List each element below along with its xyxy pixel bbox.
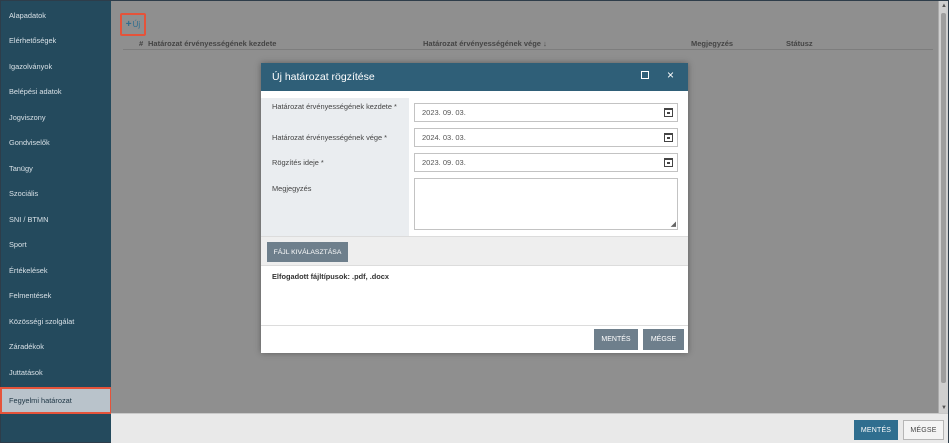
sidebar-item-label: Sport xyxy=(9,240,27,249)
column-header-start[interactable]: Határozat érvényességének kezdete xyxy=(148,39,276,48)
sidebar-item-sni-btmn[interactable]: SNI / BTMN xyxy=(1,207,111,232)
note-row: Megjegyzés ◢ xyxy=(261,175,688,236)
sidebar-item-label: Belépési adatok xyxy=(9,87,62,96)
sidebar-item-label: Elérhetőségek xyxy=(9,36,57,45)
modal-header: Új határozat rögzítése × xyxy=(261,63,688,91)
start-label-cell: Határozat érvényességének kezdete * xyxy=(261,98,409,125)
sidebar-item-igazolvanyok[interactable]: Igazolványok xyxy=(1,54,111,79)
sidebar-item-tanugy[interactable]: Tanügy xyxy=(1,156,111,181)
scroll-down-icon[interactable]: ▼ xyxy=(940,404,948,412)
sidebar-item-label: Alapadatok xyxy=(9,11,46,20)
start-date-label: Határozat érvényességének kezdete * xyxy=(272,102,397,111)
calendar-icon[interactable] xyxy=(664,158,673,167)
note-label: Megjegyzés xyxy=(272,184,312,193)
accepted-file-types: Elfogadott fájltípusok: .pdf, .docx xyxy=(272,272,390,281)
end-date-input[interactable]: 2024. 03. 03. xyxy=(414,128,678,147)
start-date-value: 2023. 09. 03. xyxy=(422,108,466,117)
sidebar-item-szocialis[interactable]: Szociális xyxy=(1,181,111,206)
column-header-note[interactable]: Megjegyzés xyxy=(691,39,733,48)
sidebar-item-sport[interactable]: Sport xyxy=(1,232,111,257)
sidebar-item-gondviselok[interactable]: Gondviselők xyxy=(1,130,111,155)
sidebar-item-fegyelmi-hatarozat[interactable]: Fegyelmi határozat xyxy=(0,387,112,414)
sidebar-item-label: Fegyelmi határozat xyxy=(9,396,72,405)
close-icon[interactable]: × xyxy=(667,68,674,82)
sidebar-item-jogviszony[interactable]: Jogviszony xyxy=(1,105,111,130)
calendar-icon[interactable] xyxy=(664,133,673,142)
sidebar-item-label: Tanügy xyxy=(9,164,33,173)
sidebar-item-zaradekok[interactable]: Záradékok xyxy=(1,334,111,359)
sidebar-item-kozossegi-szolgalat[interactable]: Közösségi szolgálat xyxy=(1,309,111,334)
sidebar-item-ertekelesek[interactable]: Értékelések xyxy=(1,258,111,283)
modal-title: Új határozat rögzítése xyxy=(272,71,375,83)
scroll-thumb[interactable] xyxy=(941,13,946,383)
column-header-status[interactable]: Státusz xyxy=(786,39,813,48)
sidebar-item-label: SNI / BTMN xyxy=(9,215,49,224)
plus-icon: + xyxy=(125,19,132,30)
page-footer: MENTÉS MÉGSE xyxy=(111,413,948,443)
upload-area: FÁJL KIVÁLASZTÁSA xyxy=(261,236,688,266)
column-header-end[interactable]: Határozat érvényességének vége ↓ xyxy=(423,39,547,48)
sidebar-item-label: Felmentések xyxy=(9,291,52,300)
sidebar-item-alapadatok[interactable]: Alapadatok xyxy=(1,3,111,28)
sidebar: Alapadatok Elérhetőségek Igazolványok Be… xyxy=(0,1,112,442)
calendar-icon[interactable] xyxy=(664,108,673,117)
end-date-label: Határozat érvényességének vége * xyxy=(272,133,388,142)
recorded-date-row: Rögzítés ideje * 2023. 09. 03. xyxy=(261,150,688,175)
footer-cancel-button[interactable]: MÉGSE xyxy=(903,420,944,440)
sidebar-item-label: Juttatások xyxy=(9,368,43,377)
start-date-input[interactable]: 2023. 09. 03. xyxy=(414,103,678,122)
note-textarea[interactable]: ◢ xyxy=(414,178,678,230)
recorded-date-input[interactable]: 2023. 09. 03. xyxy=(414,153,678,172)
modal-save-button[interactable]: MENTÉS xyxy=(594,329,638,350)
table-header-divider xyxy=(123,49,933,50)
end-date-value: 2024. 03. 03. xyxy=(422,133,466,142)
maximize-icon[interactable] xyxy=(641,71,649,79)
sidebar-item-felmentesek[interactable]: Felmentések xyxy=(1,283,111,308)
sidebar-item-label: Gondviselők xyxy=(9,138,50,147)
modal-footer-divider xyxy=(261,325,688,326)
sidebar-item-label: Szociális xyxy=(9,189,39,198)
add-new-button[interactable]: + Új xyxy=(120,13,146,36)
column-header-hash[interactable]: # xyxy=(139,39,143,48)
sidebar-item-label: Záradékok xyxy=(9,342,44,351)
modal-cancel-button[interactable]: MÉGSE xyxy=(643,329,684,350)
recorded-date-value: 2023. 09. 03. xyxy=(422,158,466,167)
sidebar-item-label: Jogviszony xyxy=(9,113,46,122)
end-date-row: Határozat érvényességének vége * 2024. 0… xyxy=(261,125,688,150)
add-new-label: Új xyxy=(132,20,141,29)
sidebar-item-label: Közösségi szolgálat xyxy=(9,317,75,326)
recorded-date-label: Rögzítés ideje * xyxy=(272,158,324,167)
footer-save-button[interactable]: MENTÉS xyxy=(854,420,898,440)
sidebar-item-label: Igazolványok xyxy=(9,62,53,71)
start-date-row: Határozat érvényességének kezdete * 2023… xyxy=(261,98,688,125)
sidebar-item-juttatasok[interactable]: Juttatások xyxy=(1,360,111,385)
choose-file-button[interactable]: FÁJL KIVÁLASZTÁSA xyxy=(267,242,348,262)
end-label-cell: Határozat érvényességének vége * xyxy=(261,125,409,150)
column-header-end-label: Határozat érvényességének vége xyxy=(423,39,541,48)
resize-grip-icon[interactable]: ◢ xyxy=(671,221,676,228)
new-decision-modal: Új határozat rögzítése × Határozat érvén… xyxy=(261,63,688,353)
sort-down-icon: ↓ xyxy=(543,39,547,48)
recorded-label-cell: Rögzítés ideje * xyxy=(261,150,409,175)
scroll-up-icon[interactable]: ▲ xyxy=(940,2,948,10)
vertical-scrollbar[interactable]: ▲ ▼ xyxy=(938,1,948,413)
sidebar-item-label: Értékelések xyxy=(9,266,48,275)
note-label-cell: Megjegyzés xyxy=(261,175,409,236)
sidebar-item-elerhetosegek[interactable]: Elérhetőségek xyxy=(1,28,111,53)
sidebar-item-belepesi-adatok[interactable]: Belépési adatok xyxy=(1,79,111,104)
